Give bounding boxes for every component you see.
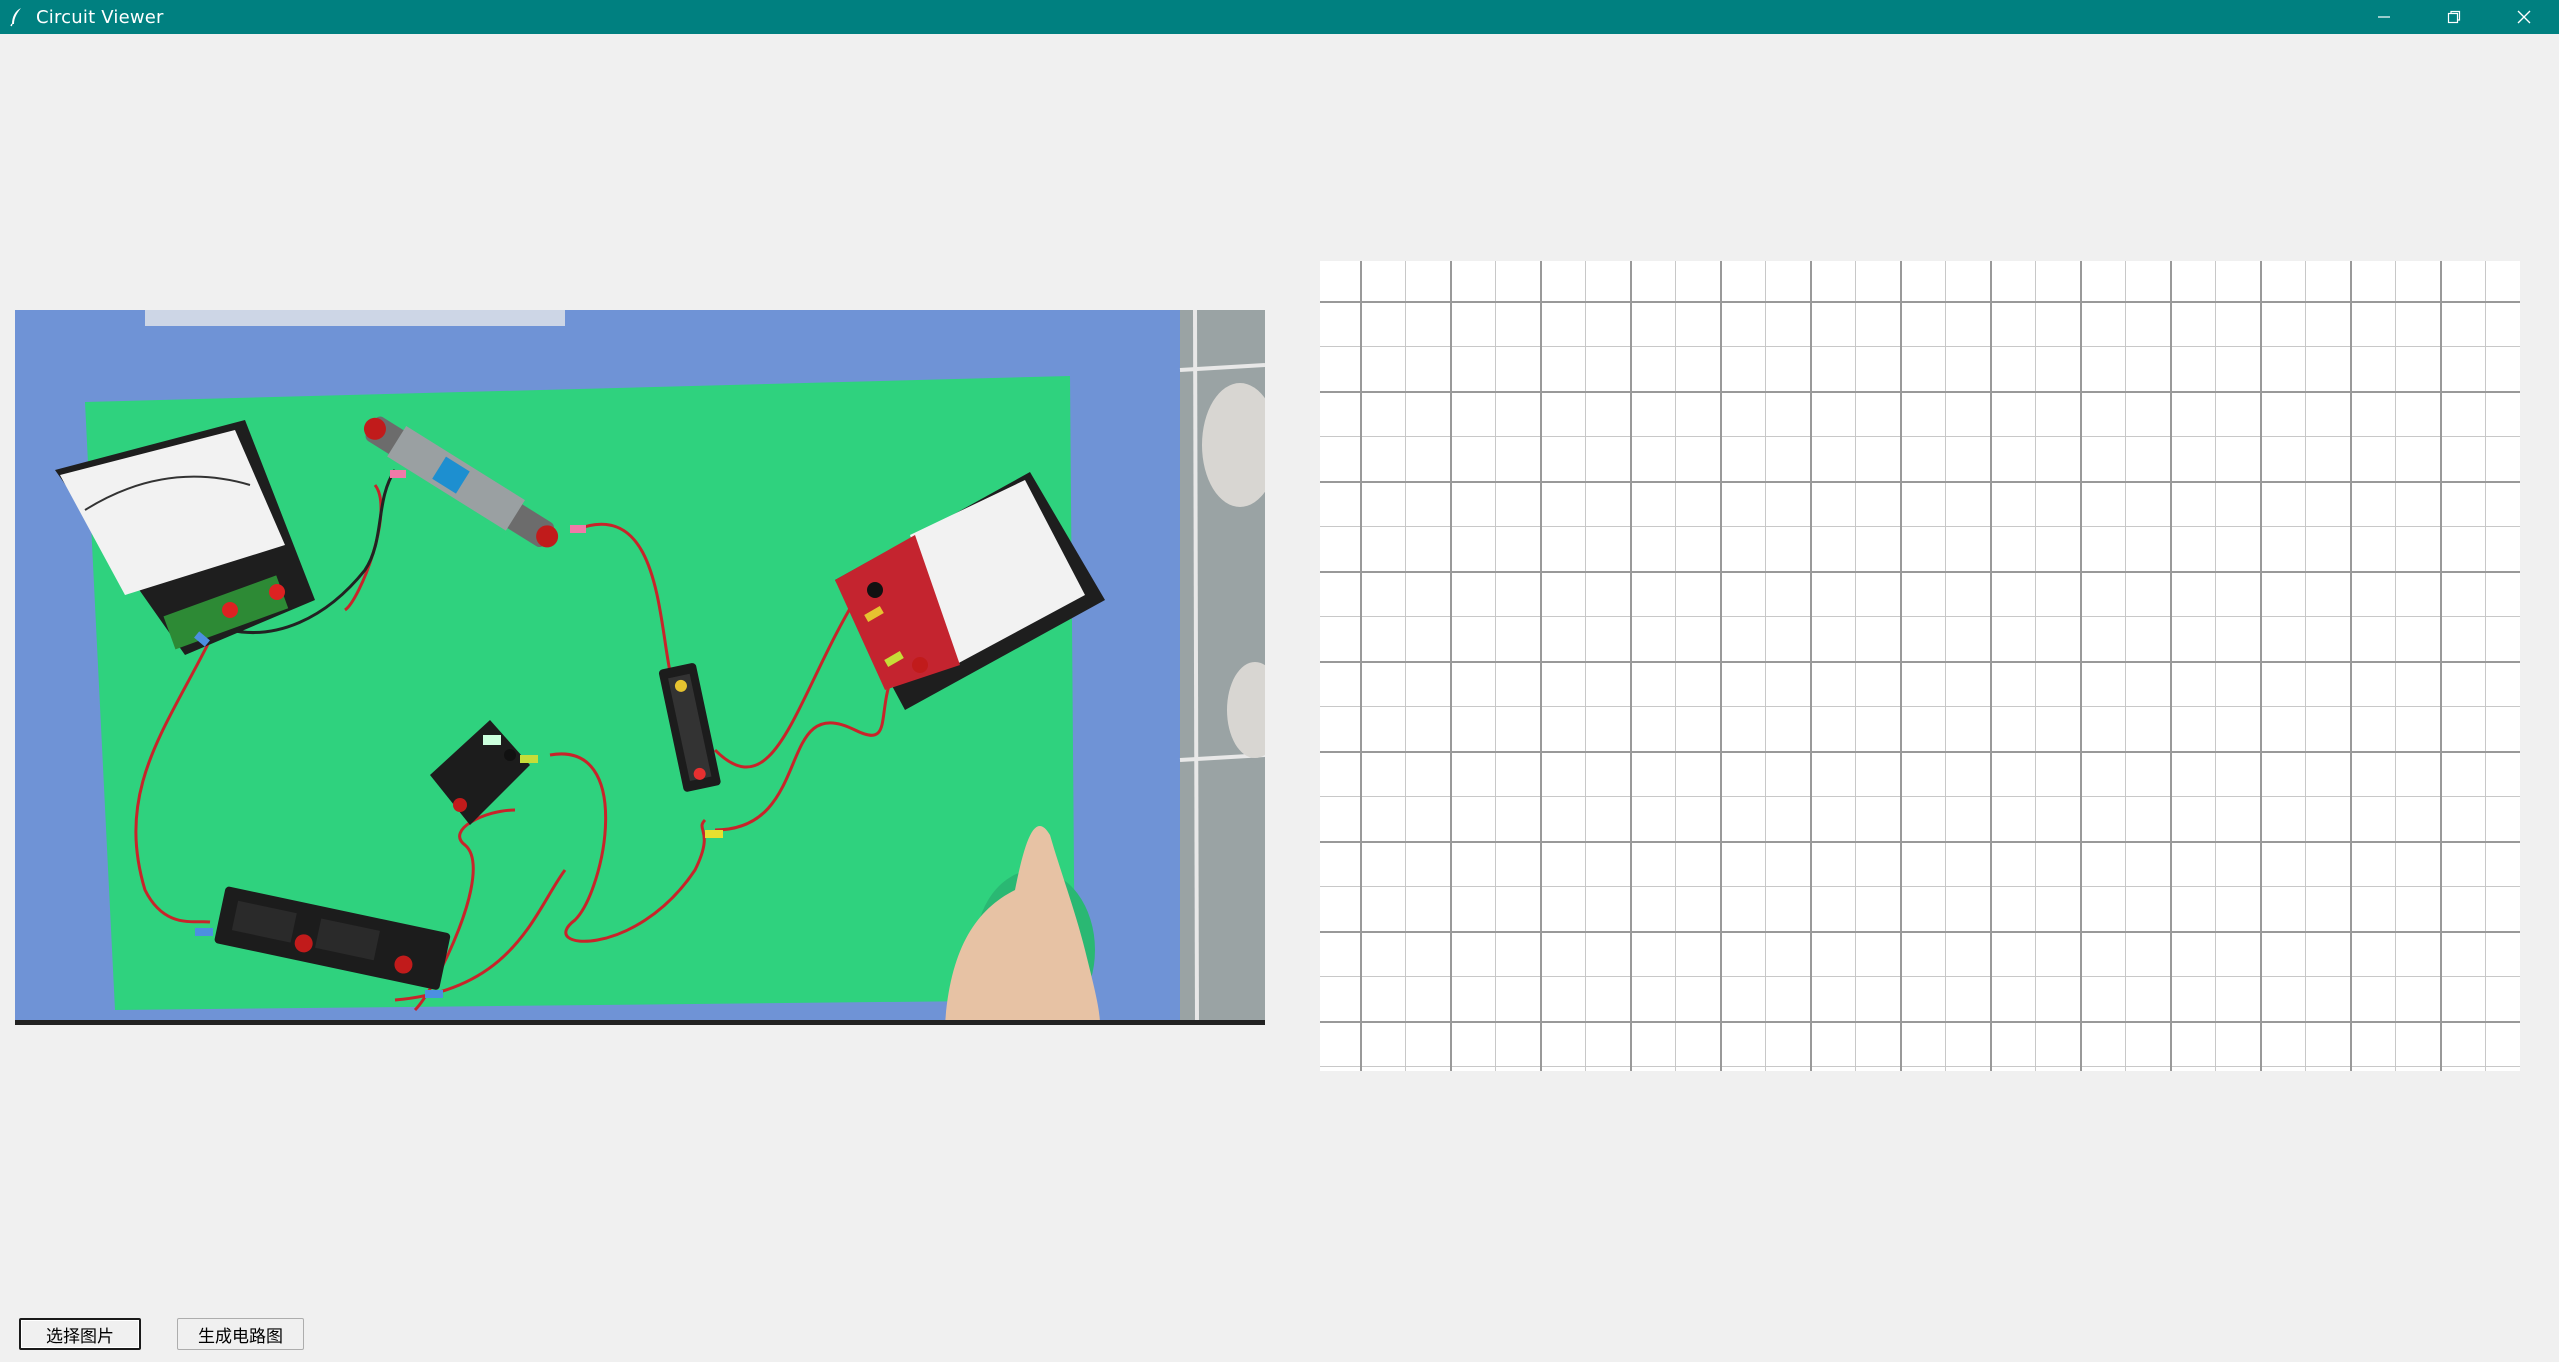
circuit-photo xyxy=(15,310,1265,1025)
circuit-photo-image xyxy=(15,310,1265,1025)
circuit-diagram-canvas[interactable] xyxy=(1320,261,2520,1071)
close-icon xyxy=(2517,10,2531,24)
minimize-button[interactable] xyxy=(2349,0,2419,34)
generate-circuit-button[interactable]: 生成电路图 xyxy=(177,1318,304,1350)
feather-icon xyxy=(6,6,28,28)
close-button[interactable] xyxy=(2489,0,2559,34)
window-controls xyxy=(2349,0,2559,34)
restore-icon xyxy=(2447,10,2461,24)
title-bar: Circuit Viewer xyxy=(0,0,2559,34)
minimize-icon xyxy=(2378,16,2390,18)
select-image-button[interactable]: 选择图片 xyxy=(19,1318,141,1350)
window-title: Circuit Viewer xyxy=(36,6,164,28)
restore-button[interactable] xyxy=(2419,0,2489,34)
